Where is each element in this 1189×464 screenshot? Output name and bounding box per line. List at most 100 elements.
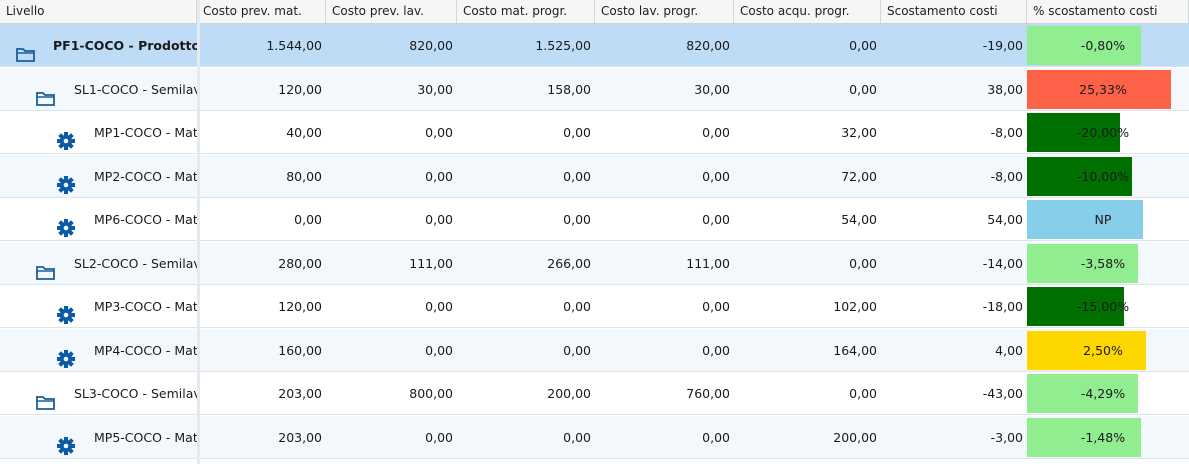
prev-lav-cell: 820,00 xyxy=(409,38,453,53)
header-scostamento-costi[interactable]: Scostamento costi xyxy=(881,0,1027,23)
table-row[interactable]: SL1-COCO - Semilavor 120,00 30,00 158,00 30,… xyxy=(0,67,1189,111)
prev-mat-cell: 0,00 xyxy=(294,212,322,227)
row-label: MP4-COCO - Mater xyxy=(94,342,197,358)
livello-cell[interactable]: MP1-COCO - Mater xyxy=(0,111,197,154)
row-label: MP1-COCO - Mater xyxy=(94,125,197,140)
prev-lav-cell: 0,00 xyxy=(425,299,453,314)
livello-cell[interactable]: MP6-COCO - Mater xyxy=(0,198,197,241)
acqu-progr-cell: 0,00 xyxy=(849,255,877,271)
header-costo-acqu-progr[interactable]: Costo acqu. progr. xyxy=(734,0,881,23)
acqu-progr-cell: 32,00 xyxy=(841,125,877,140)
header-livello[interactable]: Livello xyxy=(0,0,197,23)
pct-value: 25,33% xyxy=(1079,81,1127,97)
lav-progr-cell: 30,00 xyxy=(694,81,730,97)
prev-mat-cell: 120,00 xyxy=(278,299,322,314)
pct-value: -3,58% xyxy=(1080,255,1126,271)
prev-lav-cell: 30,00 xyxy=(417,81,453,97)
table-row[interactable]: MP4-COCO - Mater 160,00 0,00 0,00 0,00 164,00… xyxy=(0,328,1189,372)
prev-lav-cell: 800,00 xyxy=(409,386,453,401)
prev-mat-cell: 203,00 xyxy=(278,429,322,445)
header-costo-mat-progr[interactable]: Costo mat. progr. xyxy=(457,0,595,23)
row-label: MP2-COCO - Mater xyxy=(94,168,197,184)
scostamento-cell: -19,00 xyxy=(982,38,1023,53)
frozen-column-divider[interactable] xyxy=(197,0,200,464)
prev-mat-cell: 1.544,00 xyxy=(266,38,322,53)
table-row[interactable]: MP5-COCO - Mater 203,00 0,00 0,00 0,00 200,00… xyxy=(0,415,1189,459)
folder-icon xyxy=(36,81,56,106)
cost-grid: Livello Costo prev. mat. Costo prev. lav… xyxy=(0,0,1189,464)
mat-progr-cell: 0,00 xyxy=(563,429,591,445)
prev-lav-cell: 0,00 xyxy=(425,125,453,140)
prev-mat-cell: 80,00 xyxy=(286,168,322,184)
folder-icon xyxy=(36,385,56,410)
table-row[interactable]: SL3-COCO - Semilavor 203,00 800,00 200,00 76… xyxy=(0,372,1189,415)
livello-cell[interactable]: SL1-COCO - Semilavor xyxy=(0,68,197,111)
lav-progr-cell: 111,00 xyxy=(686,255,730,271)
table-row[interactable]: MP6-COCO - Mater 0,00 0,00 0,00 0,00 54,00 54,… xyxy=(0,198,1189,241)
mat-progr-cell: 0,00 xyxy=(563,212,591,227)
acqu-progr-cell: 164,00 xyxy=(833,342,877,358)
table-row[interactable]: MP3-COCO - Mater 120,00 0,00 0,00 0,00 102,00… xyxy=(0,285,1189,328)
row-label: PF1-COCO - Prodotto F xyxy=(53,38,197,53)
livello-cell[interactable]: MP2-COCO - Mater xyxy=(0,155,197,198)
pct-value: NP xyxy=(1094,212,1112,227)
scostamento-cell: -8,00 xyxy=(990,168,1023,184)
lav-progr-cell: 0,00 xyxy=(702,168,730,184)
livello-cell[interactable]: PF1-COCO - Prodotto F xyxy=(0,24,197,67)
header-pct-scostamento[interactable]: % scostamento costi xyxy=(1027,0,1189,23)
scostamento-cell: -14,00 xyxy=(982,255,1023,271)
scostamento-cell: 54,00 xyxy=(987,212,1023,227)
pct-value: 2,50% xyxy=(1083,342,1123,358)
mat-progr-cell: 0,00 xyxy=(563,299,591,314)
row-label: SL3-COCO - Semilavor xyxy=(74,386,197,401)
mat-progr-cell: 266,00 xyxy=(547,255,591,271)
lav-progr-cell: 760,00 xyxy=(686,386,730,401)
scostamento-cell: -43,00 xyxy=(982,386,1023,401)
table-row[interactable]: SL2-COCO - Semilavor 280,00 111,00 266,00 11… xyxy=(0,241,1189,285)
prev-mat-cell: 160,00 xyxy=(278,342,322,358)
pct-value: -10,00% xyxy=(1076,168,1130,184)
lav-progr-cell: 820,00 xyxy=(686,38,730,53)
gear-icon xyxy=(56,298,76,324)
lav-progr-cell: 0,00 xyxy=(702,125,730,140)
header-costo-prev-mat[interactable]: Costo prev. mat. xyxy=(197,0,326,23)
prev-lav-cell: 0,00 xyxy=(425,212,453,227)
livello-cell[interactable]: MP3-COCO - Mater xyxy=(0,285,197,328)
acqu-progr-cell: 72,00 xyxy=(841,168,877,184)
table-row[interactable]: PF1-COCO - Prodotto F 1.544,00 820,00 1.525… xyxy=(0,24,1189,67)
gear-icon xyxy=(56,168,76,194)
mat-progr-cell: 0,00 xyxy=(563,168,591,184)
row-label: MP6-COCO - Mater xyxy=(94,212,197,227)
acqu-progr-cell: 0,00 xyxy=(849,81,877,97)
prev-mat-cell: 280,00 xyxy=(278,255,322,271)
gear-icon xyxy=(56,124,76,150)
table-row[interactable]: MP1-COCO - Mater 40,00 0,00 0,00 0,00 32,00 -8… xyxy=(0,111,1189,154)
livello-cell[interactable]: MP4-COCO - Mater xyxy=(0,329,197,372)
scostamento-cell: 4,00 xyxy=(995,342,1023,358)
folder-icon xyxy=(16,37,36,62)
livello-cell[interactable]: SL3-COCO - Semilavor xyxy=(0,372,197,415)
livello-cell[interactable]: SL2-COCO - Semilavor xyxy=(0,242,197,285)
lav-progr-cell: 0,00 xyxy=(702,342,730,358)
acqu-progr-cell: 102,00 xyxy=(833,299,877,314)
acqu-progr-cell: 200,00 xyxy=(833,429,877,445)
mat-progr-cell: 0,00 xyxy=(563,342,591,358)
livello-cell[interactable]: MP5-COCO - Mater xyxy=(0,416,197,459)
prev-lav-cell: 111,00 xyxy=(409,255,453,271)
lav-progr-cell: 0,00 xyxy=(702,429,730,445)
pct-value: -4,29% xyxy=(1080,386,1126,401)
prev-lav-cell: 0,00 xyxy=(425,168,453,184)
table-row[interactable]: MP2-COCO - Mater 80,00 0,00 0,00 0,00 72,00 -8… xyxy=(0,154,1189,198)
mat-progr-cell: 1.525,00 xyxy=(535,38,591,53)
header-costo-lav-progr[interactable]: Costo lav. progr. xyxy=(595,0,734,23)
prev-lav-cell: 0,00 xyxy=(425,342,453,358)
scostamento-cell: -18,00 xyxy=(982,299,1023,314)
header-costo-prev-lav[interactable]: Costo prev. lav. xyxy=(326,0,457,23)
prev-mat-cell: 203,00 xyxy=(278,386,322,401)
pct-value: -0,80% xyxy=(1080,38,1126,53)
grid-header: Livello Costo prev. mat. Costo prev. lav… xyxy=(0,0,1189,24)
prev-mat-cell: 120,00 xyxy=(278,81,322,97)
acqu-progr-cell: 54,00 xyxy=(841,212,877,227)
row-label: SL1-COCO - Semilavor xyxy=(74,81,197,97)
acqu-progr-cell: 0,00 xyxy=(849,38,877,53)
